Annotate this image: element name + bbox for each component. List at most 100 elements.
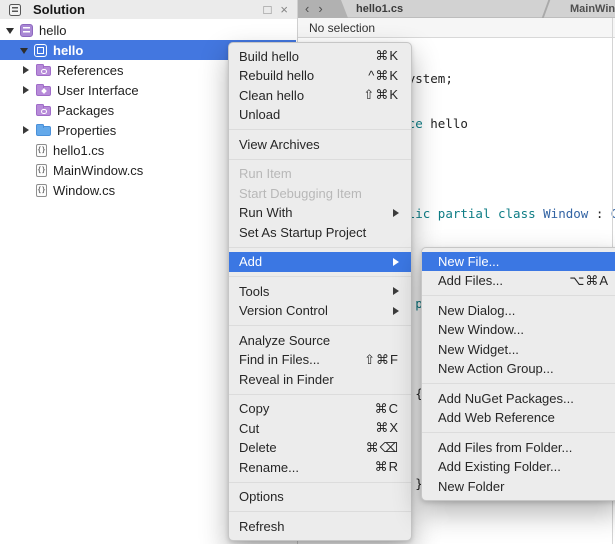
menu-item-label: Run With xyxy=(239,205,292,220)
menu-item-label: Tools xyxy=(239,284,269,299)
breadcrumb-bar[interactable]: No selection xyxy=(298,18,615,38)
menu-item-label: Add xyxy=(239,254,262,269)
properties-folder-icon xyxy=(36,126,51,136)
menu-item-label: Add Existing Folder... xyxy=(438,459,561,474)
expander-right-icon[interactable] xyxy=(22,86,31,95)
menu-item-version-control[interactable]: Version Control xyxy=(229,301,411,321)
menu-item-unload[interactable]: Unload xyxy=(229,105,411,125)
tab-label: MainWind xyxy=(570,3,615,15)
editor-tab-bar: ‹ › hello1.cs MainWind xyxy=(298,0,615,18)
solution-pad-icon xyxy=(9,4,21,16)
menu-separator xyxy=(229,129,411,130)
menu-item-label: Find in Files... xyxy=(239,352,320,367)
menu-item-copy[interactable]: Copy ⌘C xyxy=(229,399,411,419)
submenu-item-add-files[interactable]: Add Files... ⌥⌘A xyxy=(422,271,615,291)
menu-item-delete[interactable]: Delete ⌘⌫ xyxy=(229,438,411,458)
solution-icon xyxy=(20,24,33,37)
tree-item-label: Window.cs xyxy=(53,183,115,198)
menu-item-label: Rebuild hello xyxy=(239,68,314,83)
menu-item-label: Add Web Reference xyxy=(438,410,555,425)
csharp-file-icon: {} xyxy=(36,184,47,197)
menu-item-label: New Window... xyxy=(438,322,524,337)
solution-pad-title: Solution xyxy=(33,2,85,17)
submenu-arrow-icon xyxy=(393,287,399,295)
menu-item-analyze-source[interactable]: Analyze Source xyxy=(229,331,411,351)
submenu-item-new-dialog[interactable]: New Dialog... xyxy=(422,301,615,321)
menu-item-add[interactable]: Add xyxy=(229,252,411,272)
submenu-item-add-files-from-folder[interactable]: Add Files from Folder... xyxy=(422,438,615,458)
menu-item-cut[interactable]: Cut ⌘X xyxy=(229,419,411,439)
menu-item-refresh[interactable]: Refresh xyxy=(229,517,411,537)
tree-item-label: User Interface xyxy=(57,83,139,98)
submenu-item-new-folder[interactable]: New Folder xyxy=(422,477,615,497)
shortcut-label: ^⌘K xyxy=(368,68,399,84)
expander-right-icon[interactable] xyxy=(22,126,31,135)
csharp-file-icon: {} xyxy=(36,144,47,157)
tab-nav-area: ‹ › xyxy=(298,0,348,18)
menu-item-set-as-startup-project[interactable]: Set As Startup Project xyxy=(229,223,411,243)
menu-item-rebuild-hello[interactable]: Rebuild hello ^⌘K xyxy=(229,66,411,86)
menu-item-label: Version Control xyxy=(239,303,328,318)
menu-separator xyxy=(422,383,615,384)
menu-item-clean-hello[interactable]: Clean hello ⇧⌘K xyxy=(229,86,411,106)
breadcrumb-text: No selection xyxy=(309,21,375,35)
tree-item-label: MainWindow.cs xyxy=(53,163,143,178)
shortcut-label: ⌘R xyxy=(375,459,399,475)
menu-item-label: Cut xyxy=(239,421,259,436)
packages-folder-icon xyxy=(36,106,51,116)
menu-item-find-in-files[interactable]: Find in Files... ⇧⌘F xyxy=(229,350,411,370)
tree-item-label: Properties xyxy=(57,123,116,138)
menu-item-label: Add Files from Folder... xyxy=(438,440,572,455)
menu-item-run-with[interactable]: Run With xyxy=(229,203,411,223)
expander-right-icon[interactable] xyxy=(22,66,31,75)
menu-item-rename[interactable]: Rename... ⌘R xyxy=(229,458,411,478)
menu-separator xyxy=(229,482,411,483)
expander-down-icon[interactable] xyxy=(6,26,15,35)
submenu-item-new-action-group[interactable]: New Action Group... xyxy=(422,359,615,379)
menu-item-tools[interactable]: Tools xyxy=(229,282,411,302)
menu-separator xyxy=(229,247,411,248)
close-pad-icon[interactable]: × xyxy=(280,0,288,19)
shortcut-label: ⌘X xyxy=(375,420,399,436)
csharp-file-icon: {} xyxy=(36,164,47,177)
menu-separator xyxy=(422,432,615,433)
nav-back-icon[interactable]: ‹ xyxy=(305,1,309,17)
dock-pad-icon[interactable]: □ xyxy=(264,0,272,19)
shortcut-label: ⌘C xyxy=(375,401,399,417)
project-icon xyxy=(34,44,47,57)
submenu-item-new-file[interactable]: New File... xyxy=(422,252,615,272)
submenu-item-new-window[interactable]: New Window... xyxy=(422,320,615,340)
submenu-item-add-web-reference[interactable]: Add Web Reference xyxy=(422,408,615,428)
tab-hello1-cs[interactable]: hello1.cs xyxy=(347,0,543,17)
shortcut-label: ⌘K xyxy=(375,48,399,64)
tree-item-label: hello xyxy=(53,43,83,58)
menu-item-label: Run Item xyxy=(239,166,292,181)
menu-separator xyxy=(229,159,411,160)
menu-item-label: Analyze Source xyxy=(239,333,330,348)
tree-item-label: References xyxy=(57,63,123,78)
menu-item-build-hello[interactable]: Build hello ⌘K xyxy=(229,47,411,67)
tree-item-label: hello xyxy=(39,23,66,38)
menu-item-label: View Archives xyxy=(239,137,320,152)
menu-item-view-archives[interactable]: View Archives xyxy=(229,135,411,155)
context-menu: Build hello ⌘K Rebuild hello ^⌘K Clean h… xyxy=(228,42,412,541)
shortcut-label: ⇧⌘K xyxy=(363,87,399,103)
submenu-item-add-existing-folder[interactable]: Add Existing Folder... xyxy=(422,457,615,477)
menu-item-label: New File... xyxy=(438,254,499,269)
menu-item-label: New Widget... xyxy=(438,342,519,357)
shortcut-label: ⇧⌘F xyxy=(364,352,399,368)
nav-forward-icon[interactable]: › xyxy=(318,1,322,17)
menu-item-label: Add Files... xyxy=(438,273,503,288)
menu-item-reveal-in-finder[interactable]: Reveal in Finder xyxy=(229,370,411,390)
submenu-item-add-nuget-packages[interactable]: Add NuGet Packages... xyxy=(422,389,615,409)
menu-separator xyxy=(229,394,411,395)
submenu-item-new-widget[interactable]: New Widget... xyxy=(422,340,615,360)
menu-item-label: Start Debugging Item xyxy=(239,186,362,201)
menu-item-options[interactable]: Options xyxy=(229,487,411,507)
tree-item-solution-hello[interactable]: hello xyxy=(0,20,296,40)
expander-down-icon[interactable] xyxy=(20,46,29,55)
menu-item-label: Unload xyxy=(239,107,280,122)
menu-separator xyxy=(229,325,411,326)
tab-mainwindow-cs[interactable]: MainWind xyxy=(557,0,615,17)
menu-item-label: Set As Startup Project xyxy=(239,225,366,240)
